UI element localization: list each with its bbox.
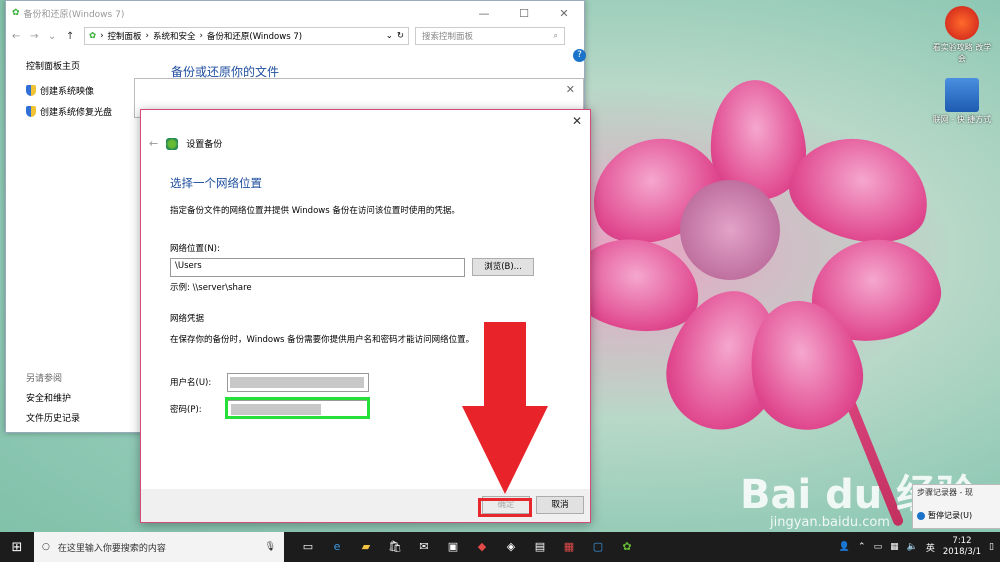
app-icon[interactable]: ▦ <box>559 537 579 557</box>
minimize-button[interactable]: — <box>464 7 504 20</box>
wallpaper-flower <box>560 70 980 470</box>
app-icon[interactable]: ◈ <box>501 537 521 557</box>
password-highlight-box <box>225 397 370 419</box>
chevron-up-icon[interactable]: ⌃ <box>858 542 866 552</box>
nav-home-link[interactable]: 控制面板主页 <box>26 59 112 72</box>
volume-icon[interactable]: 🔈 <box>907 542 918 552</box>
breadcrumb-item[interactable]: 控制面板 <box>108 30 142 42</box>
document-icon[interactable]: ▤ <box>530 537 550 557</box>
chevron-down-icon[interactable]: ⌄ <box>48 31 60 42</box>
taskbar-apps: ▭ e ▰ 🛍 ✉ ▣ ◆ ◈ ▤ ▦ ▢ ✿ <box>284 537 637 557</box>
search-icon: ⌕ <box>553 31 558 41</box>
window-titlebar: ✿ 备份和还原(Windows 7) — ☐ ✕ <box>6 1 584 25</box>
battery-icon[interactable]: ▭ <box>874 542 883 552</box>
link-file-history[interactable]: 文件历史记录 <box>26 411 80 424</box>
mail-icon[interactable]: ✉ <box>414 537 434 557</box>
notification-icon[interactable]: ▯ <box>989 542 994 552</box>
steps-recorder: 步骤记录器 - 现 暂停记录(U) <box>912 484 1000 529</box>
taskbar-search-input[interactable]: ○ 在这里输入你要搜索的内容 🎙 <box>34 532 284 562</box>
breadcrumb[interactable]: ✿ › 控制面板 › 系统和安全 › 备份和还原(Windows 7) ⌄ ↻ <box>84 27 409 45</box>
microphone-icon[interactable]: 🎙 <box>265 542 276 552</box>
people-icon[interactable]: 👤 <box>839 542 850 552</box>
network-icon[interactable]: ▦ <box>890 542 899 552</box>
forward-icon[interactable]: → <box>30 31 42 42</box>
up-icon[interactable]: ↑ <box>66 31 78 42</box>
red-arrow-head <box>462 406 548 494</box>
example-text: 示例: \\server\share <box>170 283 252 293</box>
desktop-icon-network-shortcut[interactable]: 联网 - 快 捷方式 <box>932 78 992 125</box>
password-label: 密码(P): <box>170 405 202 415</box>
computer-icon <box>945 78 979 112</box>
back-icon[interactable]: ← <box>12 31 24 42</box>
red-arrow-shaft <box>484 322 526 412</box>
dialog-title: 选择一个网络位置 <box>170 176 262 190</box>
pause-icon <box>917 511 925 520</box>
control-panel-icon: ✿ <box>89 31 97 41</box>
watermark-url: jingyan.baidu.com <box>770 515 890 530</box>
help-icon[interactable]: ? <box>573 49 586 62</box>
close-button[interactable]: ✕ <box>544 7 584 20</box>
username-label: 用户名(U): <box>170 378 212 388</box>
cortana-icon: ○ <box>42 542 50 552</box>
browse-button[interactable]: 浏览(B)... <box>472 258 534 276</box>
username-input[interactable] <box>227 373 369 392</box>
redacted-username <box>230 377 364 388</box>
left-nav: 控制面板主页 创建系统映像 创建系统修复光盘 <box>26 59 112 126</box>
desktop-icon-app[interactable]: 看实验攻略 改学会 <box>932 6 992 64</box>
file-explorer-icon[interactable]: ▰ <box>356 537 376 557</box>
location-input[interactable]: \Users <box>170 258 465 277</box>
backup-icon: ✿ <box>12 8 20 18</box>
shield-icon <box>26 85 36 96</box>
breadcrumb-item[interactable]: 备份和还原(Windows 7) <box>207 30 302 42</box>
close-icon[interactable]: ✕ <box>572 114 582 128</box>
credentials-description: 在保存你的备份时，Windows 备份需要你提供用户名和密码才能访问网络位置。 <box>170 335 475 345</box>
ime-indicator[interactable]: 英 <box>926 541 935 554</box>
nav-item-create-repair-disc[interactable]: 创建系统修复光盘 <box>26 105 112 118</box>
back-icon[interactable]: ← <box>149 137 158 150</box>
pause-record-button[interactable]: 暂停记录(U) <box>917 510 972 521</box>
task-view-icon[interactable]: ▭ <box>298 537 318 557</box>
app-icon[interactable]: ◆ <box>472 537 492 557</box>
address-toolbar: ← → ⌄ ↑ ✿ › 控制面板 › 系统和安全 › 备份和还原(Windows… <box>6 25 584 47</box>
search-input[interactable]: 搜索控制面板 ⌕ <box>415 27 565 45</box>
nav-item-create-image[interactable]: 创建系统映像 <box>26 84 112 97</box>
ok-highlight-box <box>478 498 532 517</box>
shield-icon <box>26 106 36 117</box>
refresh-icon[interactable]: ↻ <box>397 31 404 41</box>
location-label: 网络位置(N): <box>170 244 220 254</box>
close-icon[interactable]: ✕ <box>566 83 575 96</box>
backup-icon <box>166 137 179 150</box>
maximize-button[interactable]: ☐ <box>504 7 544 20</box>
breadcrumb-item[interactable]: 系统和安全 <box>153 30 196 42</box>
credentials-title: 网络凭据 <box>170 314 205 324</box>
taskbar: ⊞ ○ 在这里输入你要搜索的内容 🎙 ▭ e ▰ 🛍 ✉ ▣ ◆ ◈ ▤ ▦ ▢… <box>0 532 1000 562</box>
chevron-down-icon[interactable]: ⌄ <box>386 31 393 41</box>
system-tray: 👤 ⌃ ▭ ▦ 🔈 英 7:12 2018/3/1 ▯ <box>839 536 1000 558</box>
windows-start-icon[interactable]: ⊞ <box>0 540 34 555</box>
backup-icon[interactable]: ✿ <box>617 537 637 557</box>
clock[interactable]: 7:12 2018/3/1 <box>943 536 981 558</box>
dialog-description: 指定备份文件的网络位置并提供 Windows 备份在访问该位置时使用的凭据。 <box>170 206 460 216</box>
network-app-icon[interactable]: ▣ <box>443 537 463 557</box>
link-security-maintenance[interactable]: 安全和维护 <box>26 391 80 404</box>
screen-icon[interactable]: ▢ <box>588 537 608 557</box>
app-icon <box>945 6 979 40</box>
cancel-button[interactable]: 取消 <box>536 496 584 514</box>
dialog-header: ← 设置备份 <box>149 137 223 150</box>
edge-icon[interactable]: e <box>327 537 347 557</box>
see-also: 另请参阅 安全和维护 文件历史记录 <box>26 374 81 424</box>
store-icon[interactable]: 🛍 <box>385 537 405 557</box>
